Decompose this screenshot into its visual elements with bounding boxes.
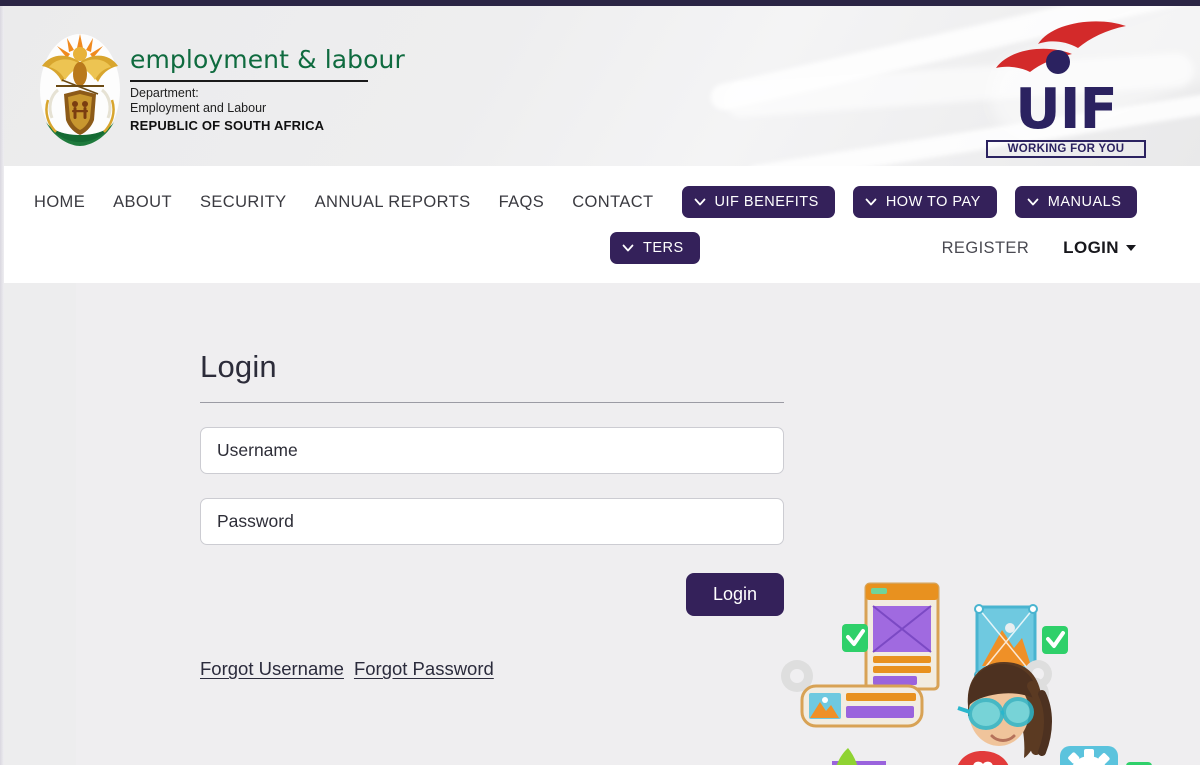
uif-wordmark: UIF: [1015, 77, 1118, 142]
nav-dropdown-label: TERS: [643, 240, 684, 256]
login-menu-label: LOGIN: [1063, 238, 1119, 257]
checkmark-badge: [1042, 626, 1068, 654]
browser-window-mockup: [864, 582, 940, 691]
page-content: Login Login Forgot Username Forgot Passw…: [4, 283, 1200, 765]
login-menu[interactable]: LOGIN: [1063, 238, 1136, 258]
username-input[interactable]: [217, 428, 767, 473]
brand-title: employment & labour: [130, 45, 405, 74]
nav-dropdown-label: MANUALS: [1047, 194, 1122, 210]
nav-dropdown-label: HOW TO PAY: [885, 194, 981, 210]
brand-department-label: Department:: [130, 85, 199, 100]
nav-dropdown-manuals[interactable]: MANUALS: [1014, 186, 1138, 218]
checkmark-badge: [842, 624, 868, 652]
person-on-couch-with-laptop-illustration: [770, 566, 1200, 765]
nav-primary-row: HOME ABOUT SECURITY ANNUAL REPORTS FAQS …: [34, 186, 1176, 218]
nav-item-faqs[interactable]: FAQS: [499, 193, 545, 212]
login-form-panel: Login Login Forgot Username Forgot Passw…: [200, 349, 784, 680]
nav-secondary-row: TERS REGISTER LOGIN: [610, 232, 1176, 264]
heart-like-bubble: [958, 751, 1009, 765]
forgot-username-link[interactable]: Forgot Username: [200, 658, 344, 680]
brand-lockup: employment & labour Department: Employme…: [130, 46, 405, 133]
helper-links: Forgot Username Forgot Password: [200, 658, 784, 680]
main-navigation: HOME ABOUT SECURITY ANNUAL REPORTS FAQS …: [4, 166, 1200, 283]
uif-login-page: employment & labour Department: Employme…: [0, 0, 1200, 765]
register-link[interactable]: REGISTER: [942, 239, 1030, 258]
site-header: employment & labour Department: Employme…: [4, 6, 1200, 166]
submit-row: Login: [200, 573, 784, 616]
nav-dropdown-label: UIF BENEFITS: [714, 194, 819, 210]
brand-country: REPUBLIC OF SOUTH AFRICA: [130, 117, 325, 133]
chevron-down-icon: [622, 244, 634, 252]
nav-dropdown-ters[interactable]: TERS: [610, 232, 700, 264]
brand-department-name: Employment and Labour: [130, 101, 267, 116]
auth-links: REGISTER LOGIN: [942, 238, 1176, 258]
chevron-down-icon: [1027, 198, 1039, 206]
nav-dropdown-how-to-pay[interactable]: HOW TO PAY: [852, 186, 997, 218]
nav-item-security[interactable]: SECURITY: [200, 193, 287, 212]
title-divider: [200, 402, 784, 403]
nav-item-contact[interactable]: CONTACT: [572, 193, 653, 212]
password-field-wrapper[interactable]: [200, 498, 784, 545]
list-row-mockup: [800, 684, 924, 728]
nav-item-about[interactable]: ABOUT: [113, 193, 172, 212]
south-africa-coat-of-arms-icon: [40, 34, 120, 146]
forgot-password-link[interactable]: Forgot Password: [354, 658, 494, 680]
chevron-down-icon: [865, 198, 877, 206]
nav-dropdown-uif-benefits[interactable]: UIF BENEFITS: [681, 186, 835, 218]
nav-item-annual-reports[interactable]: ANNUAL REPORTS: [315, 193, 471, 212]
nav-item-home[interactable]: HOME: [34, 193, 85, 212]
uif-logo: UIF WORKING FOR YOU: [986, 20, 1146, 158]
password-input[interactable]: [217, 499, 767, 544]
gear-settings-icon: [1060, 746, 1118, 765]
uif-swoosh-icon: [996, 21, 1126, 74]
person-figure: [957, 662, 1052, 758]
chevron-down-icon: [694, 198, 705, 206]
caret-down-icon: [1126, 245, 1136, 251]
username-field-wrapper[interactable]: [200, 427, 784, 474]
page-title: Login: [200, 349, 277, 384]
brand-divider: [130, 79, 368, 82]
uif-tagline: WORKING FOR YOU: [986, 140, 1146, 158]
